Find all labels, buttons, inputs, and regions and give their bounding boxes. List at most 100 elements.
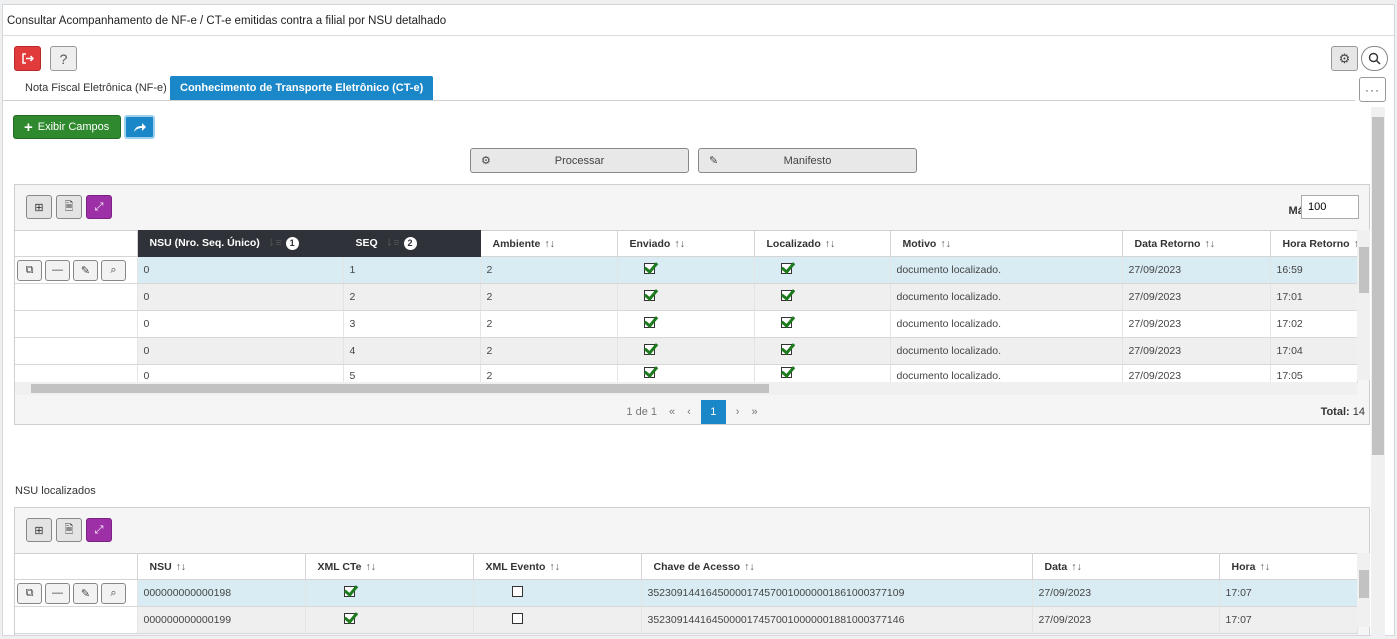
cell-data: 27/09/2023 — [1122, 364, 1271, 383]
last-page-button[interactable]: » — [751, 406, 757, 418]
export-button[interactable]: 🗎 — [56, 518, 82, 542]
column-header-hora[interactable]: Hora ↑↓ — [1218, 553, 1358, 580]
edit-icon[interactable]: ✎ — [73, 582, 98, 604]
cell-xml-cte — [305, 606, 474, 634]
expand-icon: ⤢ — [94, 523, 104, 536]
table-row[interactable]: 000000000000199 352309144164500001745700… — [15, 606, 1358, 634]
gear-icon: ⚙ — [1338, 50, 1351, 66]
column-header-seq[interactable]: SEQ ⇂≡ 2 — [342, 230, 481, 257]
expand-icon: ⤢ — [94, 200, 104, 213]
max-input[interactable] — [1301, 195, 1359, 219]
table-row[interactable]: ⧉ — ✎ ⌕ 0 1 2 documento localizado. 27/0… — [15, 256, 1358, 284]
actions-header — [15, 230, 138, 257]
cell-localizado — [754, 310, 891, 338]
expand-button[interactable]: ⤢ — [86, 195, 112, 219]
actions-header — [15, 553, 138, 580]
processar-label: Processar — [554, 154, 605, 167]
checkbox-checked[interactable] — [343, 586, 355, 597]
copy-icon[interactable]: ⧉ — [17, 259, 42, 281]
table-row[interactable]: ⧉ — ✎ ⌕ 000000000000198 3523091441645000… — [15, 579, 1358, 607]
checkbox-checked[interactable] — [780, 366, 792, 378]
nsu-localizados-table: NSU ↑↓ XML CTe ↑↓ XML Evento ↑↓ Chave de Ac… — [15, 553, 1358, 634]
cell-enviado — [617, 310, 755, 338]
grid-layout-button[interactable]: ⊞ — [26, 518, 52, 542]
column-header-data-retorno[interactable]: Data Retorno ↑↓ — [1121, 230, 1271, 257]
copy-icon[interactable]: ⧉ — [17, 582, 42, 604]
row-actions — [15, 606, 138, 634]
more-options-button[interactable]: ··· — [1359, 77, 1386, 102]
checkbox-unchecked[interactable] — [511, 586, 523, 597]
checkbox-checked[interactable] — [643, 366, 655, 378]
checkbox-checked[interactable] — [643, 263, 655, 274]
cell-enviado — [617, 283, 755, 311]
help-button[interactable]: ? — [50, 46, 77, 71]
sort-order-badge: 1 — [285, 237, 299, 250]
remove-icon[interactable]: — — [45, 259, 70, 281]
exibir-campos-button[interactable]: + Exibir Campos — [13, 115, 121, 139]
table-row[interactable]: 0 2 2 documento localizado. 27/09/2023 1… — [15, 283, 1358, 311]
checkbox-unchecked[interactable] — [511, 613, 523, 624]
checkbox-checked[interactable] — [343, 613, 355, 624]
page-vertical-scroll-thumb[interactable] — [1372, 117, 1384, 455]
tab-nfe[interactable]: Nota Fiscal Eletrônica (NF-e) — [15, 76, 177, 100]
checkbox-checked[interactable] — [643, 317, 655, 328]
column-header-hora-retorno[interactable]: Hora Retorno↑↓ — [1269, 230, 1358, 257]
search-icon[interactable]: ⌕ — [101, 259, 126, 281]
settings-button[interactable]: ⚙ — [1331, 46, 1358, 71]
gear-icon: ⚙ — [481, 155, 491, 167]
cell-data: 27/09/2023 — [1122, 337, 1271, 365]
column-header-nsu[interactable]: NSU (Nro. Seq. Único) ⇂≡ 1 — [136, 230, 344, 257]
page-info: 1 de 1 — [626, 406, 657, 418]
tab-bar: Nota Fiscal Eletrônica (NF-e) Conhecimen… — [3, 76, 1355, 101]
prev-page-button[interactable]: ‹ — [687, 406, 691, 418]
cell-motivo: documento localizado. — [890, 256, 1123, 284]
cell-nsu: 0 — [137, 283, 344, 311]
column-header-xml-cte[interactable]: XML CTe ↑↓ — [304, 553, 474, 580]
cell-ambiente: 2 — [480, 337, 618, 365]
grid-vertical-scroll-thumb[interactable] — [1359, 570, 1369, 598]
current-page-button[interactable]: 1 — [700, 400, 726, 424]
first-page-button[interactable]: « — [669, 406, 675, 418]
column-header-xml-evento[interactable]: XML Evento ↑↓ — [472, 553, 642, 580]
export-button[interactable]: 🗎 — [56, 195, 82, 219]
cell-localizado — [754, 256, 891, 284]
column-header-chave-acesso[interactable]: Chave de Acesso ↑↓ — [640, 553, 1033, 580]
global-search-button[interactable] — [1361, 46, 1388, 71]
column-header-enviado[interactable]: Enviado ↑↓ — [616, 230, 755, 257]
column-header-ambiente[interactable]: Ambiente ↑↓ — [479, 230, 618, 257]
cell-enviado — [617, 337, 755, 365]
checkbox-checked[interactable] — [780, 290, 792, 301]
grid-vertical-scroll-thumb[interactable] — [1359, 247, 1369, 293]
table-row[interactable]: 0 5 2 documento localizado. 27/09/2023 1… — [15, 364, 1358, 383]
search-icon[interactable]: ⌕ — [101, 582, 126, 604]
cell-xml-cte — [305, 579, 474, 607]
row-actions — [15, 310, 138, 338]
cell-data: 27/09/2023 — [1122, 310, 1271, 338]
grid-horizontal-scroll-thumb[interactable] — [31, 384, 769, 393]
remove-icon[interactable]: — — [45, 582, 70, 604]
manifesto-button[interactable]: ✎ Manifesto — [698, 148, 917, 173]
more-icon: ··· — [1365, 82, 1380, 97]
checkbox-checked[interactable] — [780, 317, 792, 328]
tab-cte[interactable]: Conhecimento de Transporte Eletrônico (C… — [170, 76, 434, 100]
next-page-button[interactable]: › — [736, 406, 740, 418]
exit-button[interactable] — [14, 46, 41, 71]
table-row[interactable]: 0 4 2 documento localizado. 27/09/2023 1… — [15, 337, 1358, 365]
table-row[interactable]: 0 3 2 documento localizado. 27/09/2023 1… — [15, 310, 1358, 338]
checkbox-checked[interactable] — [643, 290, 655, 301]
pagination: 1 de 1 « ‹ 1 › » — [15, 400, 1369, 424]
checkbox-checked[interactable] — [643, 344, 655, 355]
grid-layout-button[interactable]: ⊞ — [26, 195, 52, 219]
section-title: NSU localizados — [15, 485, 96, 497]
checkbox-checked[interactable] — [780, 263, 792, 274]
column-header-nsu[interactable]: NSU ↑↓ — [136, 553, 306, 580]
checkbox-checked[interactable] — [780, 344, 792, 355]
column-header-motivo[interactable]: Motivo ↑↓ — [889, 230, 1123, 257]
expand-button[interactable]: ⤢ — [86, 518, 112, 542]
column-header-data[interactable]: Data ↑↓ — [1031, 553, 1220, 580]
share-button[interactable] — [124, 115, 155, 139]
file-export-icon: 🗎 — [64, 200, 74, 213]
edit-icon[interactable]: ✎ — [73, 259, 98, 281]
column-header-localizado[interactable]: Localizado ↑↓ — [753, 230, 891, 257]
processar-button[interactable]: ⚙ Processar — [470, 148, 689, 173]
